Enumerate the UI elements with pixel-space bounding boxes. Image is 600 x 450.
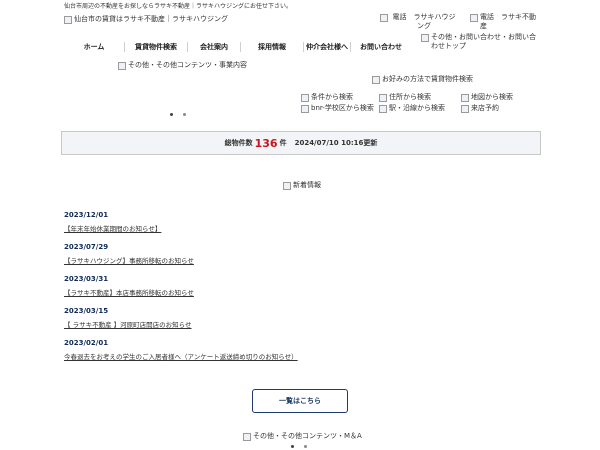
business-banner[interactable]: その他・その他コンテンツ・事業内容: [118, 61, 247, 70]
broken-image-icon: [118, 62, 126, 70]
search-by-school-district-label: bnr-学校区から検索: [311, 104, 374, 112]
news-date: 2023/12/01: [64, 211, 109, 219]
broken-image-icon: [301, 105, 309, 113]
broken-image-icon: [380, 14, 388, 22]
news-date: 2023/07/29: [64, 243, 109, 251]
contact-top-link[interactable]: その他・お問い合わせ・お問い合わせトップ: [421, 33, 541, 51]
slider-dot[interactable]: [291, 445, 294, 448]
search-by-station-label: 駅・沿線から検索: [389, 104, 445, 112]
nav-rental-search[interactable]: 賃貸物件検索: [125, 42, 188, 52]
news-heading-alt: 新着情報: [293, 181, 321, 189]
news-heading: 新着情報: [283, 181, 321, 190]
news-item: 2023/07/29 【ラサキハウジング】事務所移転のお知らせ: [64, 243, 542, 266]
news-link[interactable]: 今春退去をお考えの学生のご入居者様へ（アンケート返送締め切りのお知らせ）: [64, 353, 542, 362]
broken-image-icon: [461, 94, 469, 102]
phone-rasaki-housing[interactable]: 電話 ラサキハウジング: [380, 13, 458, 31]
property-count-label: 総物件数: [224, 139, 253, 147]
broken-image-icon: [379, 94, 387, 102]
nav-company[interactable]: 会社案内: [188, 42, 241, 52]
property-count-updated: 2024/07/10 10:16更新: [294, 139, 378, 147]
ma-banner-alt: その他・その他コンテンツ・M＆A: [253, 432, 362, 440]
search-by-map[interactable]: 地図から検索: [461, 93, 513, 102]
slider-dots: [170, 113, 186, 116]
broken-image-icon: [421, 34, 429, 42]
search-title-alt: お好みの方法で賃貸物件検索: [382, 75, 473, 83]
news-item: 2023/02/01 今春退去をお考えの学生のご入居者様へ（アンケート返送締め切…: [64, 339, 542, 362]
broken-image-icon: [283, 182, 291, 190]
property-count-value: 136: [254, 136, 278, 150]
broken-image-icon: [243, 433, 251, 441]
news-item: 2023/03/15 【 ラサキ不動産 】河原町店開店のお知らせ: [64, 307, 542, 330]
slider-dot[interactable]: [304, 445, 307, 448]
nav-home[interactable]: ホーム: [64, 42, 125, 52]
search-by-map-label: 地図から検索: [471, 93, 513, 101]
broken-image-icon: [372, 76, 380, 84]
property-count-unit: 件: [279, 139, 287, 147]
nav-agents[interactable]: 仲介会社様へ: [304, 42, 351, 52]
broken-image-icon: [301, 94, 309, 102]
site-logo-alt: 仙台市の賃貸はラサキ不動産｜ラサキハウジング: [74, 15, 228, 23]
site-logo[interactable]: 仙台市の賃貸はラサキ不動産｜ラサキハウジング: [64, 15, 228, 24]
ma-banner[interactable]: その他・その他コンテンツ・M＆A: [243, 432, 362, 441]
news-date: 2023/03/15: [64, 307, 109, 315]
search-by-address[interactable]: 住所から検索: [379, 93, 431, 102]
visit-reservation[interactable]: 来店予約: [461, 104, 499, 113]
search-by-school-district[interactable]: bnr-学校区から検索: [301, 104, 374, 113]
news-date: 2023/02/01: [64, 339, 109, 347]
broken-image-icon: [64, 16, 72, 24]
news-date: 2023/03/31: [64, 275, 109, 283]
property-count-bar: 総物件数 136 件 2024/07/10 10:16更新: [61, 131, 541, 155]
broken-image-icon: [461, 105, 469, 113]
broken-image-icon: [470, 14, 478, 22]
footer-slider-dots: [291, 445, 307, 448]
search-by-conditions[interactable]: 条件から検索: [301, 93, 353, 102]
site-tagline: 仙台市周辺の不動産をお探しならラサキ不動産｜ラサキハウジングにお任せ下さい。: [64, 3, 293, 10]
business-banner-alt: その他・その他コンテンツ・事業内容: [128, 61, 247, 69]
global-nav: ホーム 賃貸物件検索 会社案内 採用情報 仲介会社様へ お問い合わせ: [64, 39, 411, 55]
search-by-address-label: 住所から検索: [389, 93, 431, 101]
nav-contact[interactable]: お問い合わせ: [351, 42, 411, 52]
phone-rasaki-fudosan[interactable]: 電話 ラサキ不動産: [470, 13, 540, 31]
news-more-button[interactable]: 一覧はこちら: [252, 389, 348, 413]
news-link[interactable]: 【ラサキハウジング】事務所移転のお知らせ: [64, 257, 542, 266]
slider-dot[interactable]: [183, 113, 186, 116]
search-by-conditions-label: 条件から検索: [311, 93, 353, 101]
news-link[interactable]: 【 ラサキ不動産 】河原町店開店のお知らせ: [64, 321, 542, 330]
news-item: 2023/03/31 【ラサキ不動産】本店事務所移転のお知らせ: [64, 275, 542, 298]
phone-rasaki-housing-alt: 電話 ラサキハウジング: [392, 13, 456, 30]
visit-reservation-label: 来店予約: [471, 104, 499, 112]
news-item: 2023/12/01 【年末年始休業期間のお知らせ】: [64, 211, 542, 234]
contact-top-alt: その他・お問い合わせ・お問い合わせトップ: [431, 33, 536, 50]
phone-rasaki-fudosan-alt: 電話 ラサキ不動産: [480, 13, 536, 30]
news-link[interactable]: 【ラサキ不動産】本店事務所移転のお知らせ: [64, 289, 542, 298]
nav-recruit[interactable]: 採用情報: [241, 42, 304, 52]
news-link[interactable]: 【年末年始休業期間のお知らせ】: [64, 225, 542, 234]
slider-dot[interactable]: [170, 113, 173, 116]
search-title: お好みの方法で賃貸物件検索: [372, 75, 473, 84]
search-by-station[interactable]: 駅・沿線から検索: [379, 104, 445, 113]
broken-image-icon: [379, 105, 387, 113]
